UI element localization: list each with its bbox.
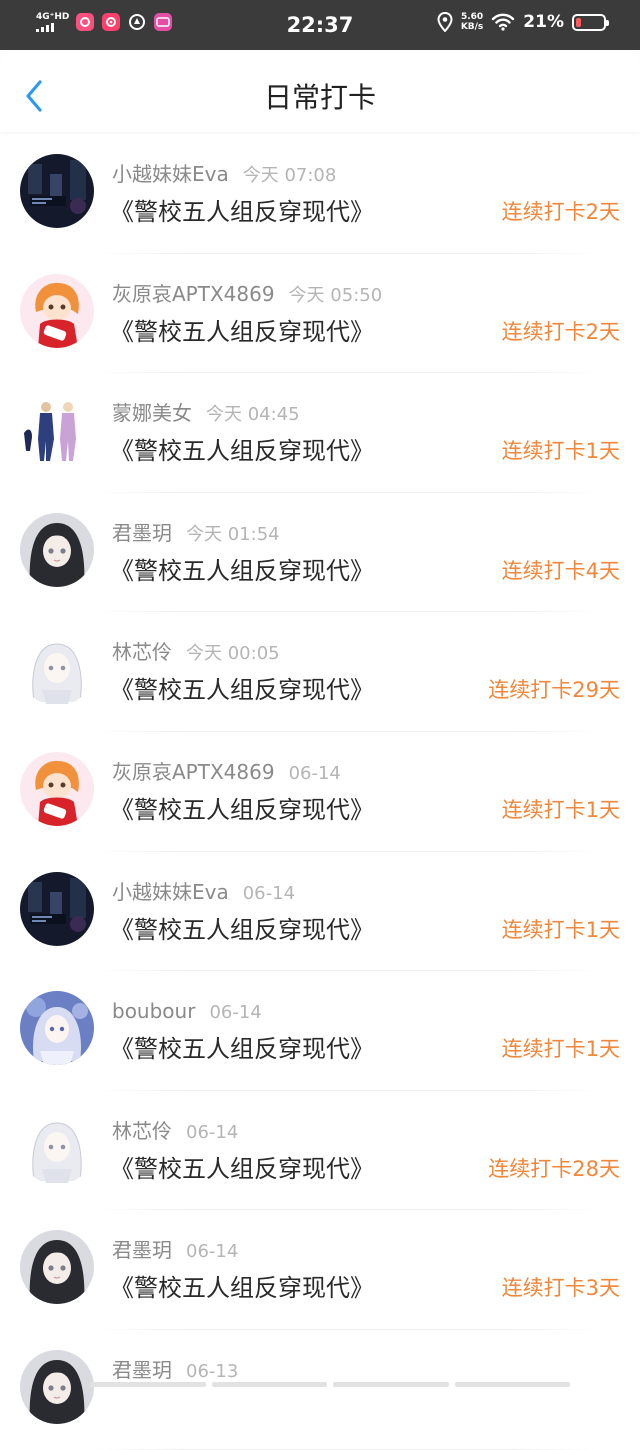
checkin-meta: 君墨玥 今天 01:54 <box>112 520 280 548</box>
checkin-time: 今天 05:50 <box>288 284 383 306</box>
book-title[interactable]: 《警校五人组反穿现代》 <box>110 794 374 826</box>
checkin-time: 06-14 <box>242 882 296 904</box>
checkin-time: 06-14 <box>186 1241 239 1263</box>
battery-percent: 21% <box>523 12 564 32</box>
row-divider <box>95 1448 600 1450</box>
checkin-meta: 小越妹妹Eva 今天 07:08 <box>112 161 336 189</box>
checkin-meta: 灰原哀APTX4869 今天 05:50 <box>112 281 382 309</box>
wifi-icon <box>492 13 515 31</box>
book-title[interactable]: 《警校五人组反穿现代》 <box>110 316 374 348</box>
streak-label: 连续打卡1天 <box>501 797 620 822</box>
checkin-time: 06-14 <box>209 1002 262 1024</box>
user-name[interactable]: 蒙娜美女 <box>112 401 192 425</box>
streak-label: 连续打卡2天 <box>501 319 620 344</box>
checkin-meta: 君墨玥 06-14 <box>112 1237 238 1265</box>
streak-label: 连续打卡3天 <box>501 1276 620 1301</box>
streak-label: 连续打卡4天 <box>501 558 620 583</box>
checkin-row[interactable]: boubour 06-14 《警校五人组反穿现代》 连续打卡1天 <box>0 971 640 1091</box>
user-name[interactable]: 林芯伶 <box>112 640 172 664</box>
avatar[interactable] <box>20 871 94 946</box>
checkin-row[interactable]: 灰原哀APTX4869 06-14 《警校五人组反穿现代》 连续打卡1天 <box>0 732 640 852</box>
user-name[interactable]: boubour <box>112 999 195 1023</box>
user-name[interactable]: 君墨玥 <box>112 1358 172 1382</box>
checkin-time: 今天 04:45 <box>206 404 300 426</box>
checkin-list[interactable]: 小越妹妹Eva 今天 07:08 《警校五人组反穿现代》 连续打卡2天 灰原哀APTX4… <box>0 134 640 1450</box>
streak-label: 连续打卡28天 <box>488 1156 620 1181</box>
avatar[interactable] <box>20 512 94 587</box>
checkin-row[interactable]: 君墨玥 今天 01:54 《警校五人组反穿现代》 连续打卡4天 <box>0 493 640 613</box>
checkin-meta: 君墨玥 06-13 <box>112 1357 238 1385</box>
user-name[interactable]: 灰原哀APTX4869 <box>112 282 275 306</box>
streak-label: 连续打卡1天 <box>501 1037 620 1062</box>
checkin-row[interactable]: 灰原哀APTX4869 今天 05:50 《警校五人组反穿现代》 连续打卡2天 <box>0 254 640 374</box>
battery-icon <box>572 13 609 31</box>
checkin-meta: 林芯伶 今天 00:05 <box>112 639 280 667</box>
status-right: 5.60 KB/s 21% <box>437 12 609 32</box>
battery-level <box>576 17 582 27</box>
avatar[interactable] <box>20 751 94 826</box>
status-bar: 4G⁺HD 22:37 5.60 KB/s 21% <box>0 0 640 50</box>
checkin-row[interactable]: 小越妹妹Eva 今天 07:08 《警校五人组反穿现代》 连续打卡2天 <box>0 134 640 254</box>
checkin-time: 06-14 <box>186 1121 239 1143</box>
streak-label: 连续打卡1天 <box>501 439 620 464</box>
checkin-meta: boubour 06-14 <box>112 998 262 1026</box>
checkin-time: 今天 07:08 <box>242 165 337 186</box>
checkin-time: 06-14 <box>288 762 341 784</box>
user-name[interactable]: 君墨玥 <box>112 1238 172 1262</box>
user-name[interactable]: 灰原哀APTX4869 <box>112 760 275 784</box>
streak-label: 连续打卡1天 <box>501 917 620 942</box>
checkin-meta: 蒙娜美女 今天 04:45 <box>112 400 300 428</box>
book-title[interactable]: 《警校五人组反穿现代》 <box>110 435 374 467</box>
streak-label: 连续打卡29天 <box>488 678 620 703</box>
book-title[interactable]: 《警校五人组反穿现代》 <box>110 914 374 946</box>
book-title[interactable]: 《警校五人组反穿现代》 <box>110 1033 374 1065</box>
nav-bar: 日常打卡 <box>0 50 640 132</box>
checkin-meta: 小越妹妹Eva 06-14 <box>112 879 295 907</box>
book-title[interactable]: 《警校五人组反穿现代》 <box>110 674 374 706</box>
page-title: 日常打卡 <box>263 81 376 114</box>
user-name[interactable]: 君墨玥 <box>112 521 172 545</box>
checkin-row[interactable]: 蒙娜美女 今天 04:45 《警校五人组反穿现代》 连续打卡1天 <box>0 373 640 493</box>
book-title[interactable]: 《警校五人组反穿现代》 <box>110 555 374 587</box>
avatar[interactable] <box>20 273 94 348</box>
checkin-time: 今天 01:54 <box>186 523 280 545</box>
avatar[interactable] <box>20 991 94 1066</box>
book-title[interactable]: 《警校五人组反穿现代》 <box>110 1272 374 1304</box>
bottom-scroll-indicator <box>90 1382 570 1387</box>
checkin-meta: 林芯伶 06-14 <box>112 1118 238 1146</box>
checkin-row[interactable]: 小越妹妹Eva 06-14 《警校五人组反穿现代》 连续打卡1天 <box>0 852 640 972</box>
network-speed: 5.60 KB/s <box>460 12 484 32</box>
avatar[interactable] <box>20 154 94 228</box>
avatar[interactable] <box>20 393 94 468</box>
checkin-row[interactable]: 林芯伶 今天 00:05 《警校五人组反穿现代》 连续打卡29天 <box>0 612 640 732</box>
book-title[interactable]: 《警校五人组反穿现代》 <box>110 196 374 228</box>
streak-label: 连续打卡2天 <box>501 200 620 224</box>
location-icon <box>437 12 453 32</box>
avatar[interactable] <box>20 1230 94 1305</box>
user-name[interactable]: 林芯伶 <box>112 1119 172 1143</box>
avatar[interactable] <box>20 632 94 707</box>
checkin-row[interactable]: 君墨玥 06-14 《警校五人组反穿现代》 连续打卡3天 <box>0 1210 640 1330</box>
checkin-row[interactable]: 林芯伶 06-14 《警校五人组反穿现代》 连续打卡28天 <box>0 1091 640 1211</box>
book-title[interactable]: 《警校五人组反穿现代》 <box>110 1153 374 1185</box>
checkin-row[interactable]: 君墨玥 06-13 <box>0 1330 640 1450</box>
checkin-meta: 灰原哀APTX4869 06-14 <box>112 759 341 787</box>
avatar[interactable] <box>20 1110 94 1185</box>
checkin-time: 06-13 <box>186 1360 239 1382</box>
user-name[interactable]: 小越妹妹Eva <box>112 880 229 904</box>
user-name[interactable]: 小越妹妹Eva <box>112 162 229 186</box>
checkin-time: 今天 00:05 <box>186 643 280 665</box>
